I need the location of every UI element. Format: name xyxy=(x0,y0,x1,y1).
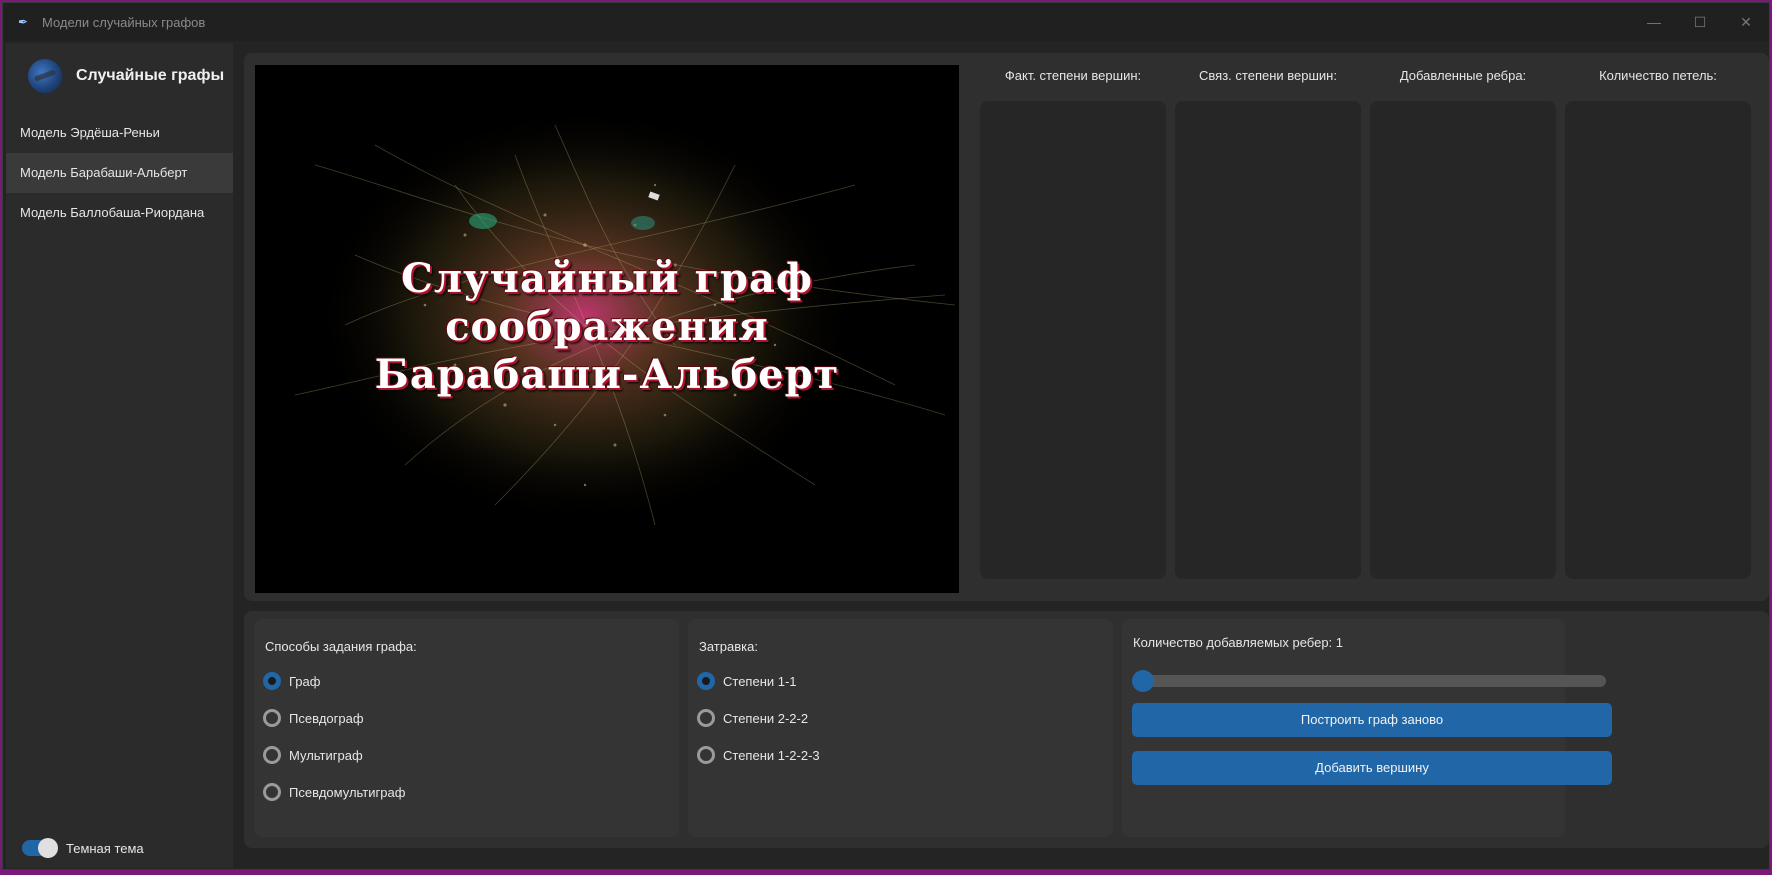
graph-image: Случайный граф соображения Барабаши-Альб… xyxy=(255,65,959,593)
sidebar-item-bollobas-riordan[interactable]: Модель Баллобаша-Риордана xyxy=(6,193,233,233)
maximize-button[interactable]: ☐ xyxy=(1677,3,1723,41)
stat-added-edges: Добавленные ребра: xyxy=(1370,59,1556,594)
radio-indicator[interactable] xyxy=(263,672,281,690)
radio-label: Степени 1-2-2-3 xyxy=(723,747,820,763)
edges-card: Количество добавляемых ребер: 1 Построит… xyxy=(1122,619,1612,837)
radio-indicator[interactable] xyxy=(263,709,281,727)
radio-indicator[interactable] xyxy=(697,709,715,727)
graph-methods-title: Способы задания графа: xyxy=(265,639,417,654)
logo-icon xyxy=(28,59,62,93)
radio-seed-1-1[interactable]: Степени 1-1 xyxy=(697,672,797,690)
seed-title: Затравка: xyxy=(699,639,758,654)
stat-title: Факт. степени вершин: xyxy=(1004,68,1142,83)
minimize-button[interactable]: — xyxy=(1631,3,1677,41)
title-bar: ✒ Модели случайных графов — ☐ ✕ xyxy=(3,3,1769,41)
rebuild-graph-button[interactable]: Построить граф заново xyxy=(1132,703,1612,737)
radio-label: Псевдомультиграф xyxy=(289,784,406,800)
stat-actual-degrees: Факт. степени вершин: xyxy=(980,59,1166,594)
feather-icon: ✒ xyxy=(18,15,29,29)
radio-indicator[interactable] xyxy=(263,783,281,801)
radio-seed-1-2-2-3[interactable]: Степени 1-2-2-3 xyxy=(697,746,820,764)
sidebar-item-barabasi-albert[interactable]: Модель Барабаши-Альберт xyxy=(6,153,233,193)
radio-indicator[interactable] xyxy=(697,672,715,690)
stats-panel: Факт. степени вершин: Связ. степени верш… xyxy=(970,59,1760,594)
add-vertex-button[interactable]: Добавить вершину xyxy=(1132,751,1612,785)
stat-title: Связ. степени вершин: xyxy=(1199,68,1337,83)
radio-label: Степени 2-2-2 xyxy=(723,710,809,726)
stat-box xyxy=(1175,101,1361,579)
radio-label: Граф xyxy=(289,673,321,689)
main-area: Случайный граф соображения Барабаши-Альб… xyxy=(234,43,1769,868)
stat-loop-count: Количество петель: xyxy=(1565,59,1751,594)
top-panel: Случайный граф соображения Барабаши-Альб… xyxy=(244,53,1769,601)
window-controls: — ☐ ✕ xyxy=(1631,3,1769,41)
stat-box xyxy=(980,101,1166,579)
radio-seed-2-2-2[interactable]: Степени 2-2-2 xyxy=(697,709,808,727)
radio-indicator[interactable] xyxy=(697,746,715,764)
radio-graph[interactable]: Граф xyxy=(263,672,320,690)
edges-label: Количество добавляемых ребер: 1 xyxy=(1133,635,1343,650)
brand: Случайные графы xyxy=(28,59,224,93)
edges-slider[interactable] xyxy=(1132,670,1606,692)
radio-pseudograph[interactable]: Псевдограф xyxy=(263,709,364,727)
controls-panel: Способы задания графа: Граф Псевдограф М… xyxy=(244,611,1769,848)
radio-multigraph[interactable]: Мультиграф xyxy=(263,746,363,764)
stat-box xyxy=(1565,101,1751,579)
radio-label: Степени 1-1 xyxy=(723,673,797,689)
app-window: ✒ Модели случайных графов — ☐ ✕ Случайны… xyxy=(2,2,1770,870)
stat-title: Добавленные ребра: xyxy=(1399,68,1527,83)
radio-label: Мультиграф xyxy=(289,747,363,763)
sidebar-nav: Модель Эрдёша-Реньи Модель Барабаши-Альб… xyxy=(6,113,233,233)
radio-label: Псевдограф xyxy=(289,710,364,726)
seed-card: Затравка: Степени 1-1 Степени 2-2-2 Степ… xyxy=(688,619,1113,837)
stat-title: Количество петель: xyxy=(1599,68,1717,83)
caption-line-2: соображения xyxy=(445,303,769,350)
theme-toggle[interactable]: Темная тема xyxy=(22,838,144,858)
slider-thumb[interactable] xyxy=(1132,670,1154,692)
slider-track[interactable] xyxy=(1132,675,1606,687)
close-button[interactable]: ✕ xyxy=(1723,3,1769,41)
window-title: Модели случайных графов xyxy=(42,14,206,30)
stat-box xyxy=(1370,101,1556,579)
switch-knob xyxy=(38,838,58,858)
caption-line-3: Барабаши-Альберт xyxy=(374,351,840,398)
sidebar-item-erdos-renyi[interactable]: Модель Эрдёша-Реньи xyxy=(6,113,233,153)
stat-linked-degrees: Связ. степени вершин: xyxy=(1175,59,1361,594)
caption-line-1: Случайный граф xyxy=(401,255,813,302)
theme-toggle-label: Темная тема xyxy=(66,840,144,856)
image-caption: Случайный граф соображения Барабаши-Альб… xyxy=(255,255,959,399)
radio-pseudomultigraph[interactable]: Псевдомультиграф xyxy=(263,783,405,801)
theme-switch[interactable] xyxy=(22,838,58,858)
sidebar: Случайные графы Модель Эрдёша-Реньи Моде… xyxy=(6,43,233,868)
sidebar-title: Случайные графы xyxy=(76,67,225,84)
graph-methods-card: Способы задания графа: Граф Псевдограф М… xyxy=(254,619,679,837)
radio-indicator[interactable] xyxy=(263,746,281,764)
